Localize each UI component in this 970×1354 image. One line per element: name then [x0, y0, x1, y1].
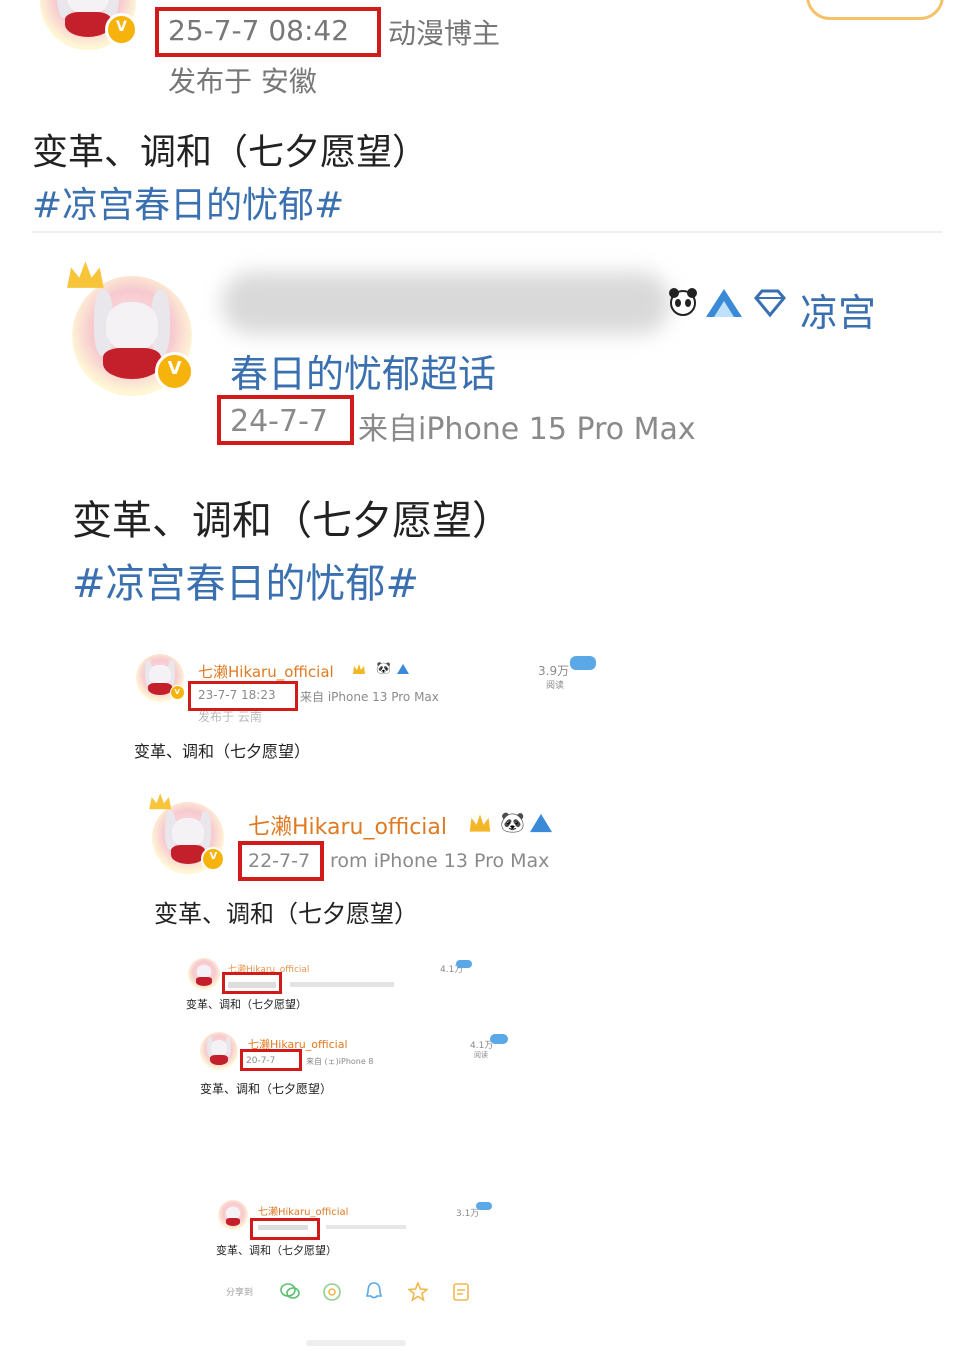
panda-icon — [669, 288, 697, 316]
date-highlight-box — [155, 7, 381, 57]
avatar[interactable] — [188, 958, 220, 990]
supertopic-link[interactable]: 春日的忧郁超话 — [230, 343, 496, 398]
post-text: 变革、调和（七夕愿望） — [32, 132, 429, 173]
share-label: 分享到 — [226, 1288, 254, 1298]
post-source: 来自 (ェ)iPhone 8 — [306, 1057, 374, 1066]
post-text: 变革、调和（七夕愿望） — [216, 1244, 337, 1257]
date-highlight-box — [217, 395, 354, 445]
moments-icon[interactable] — [322, 1282, 342, 1302]
date-highlight-box — [238, 841, 324, 881]
avatar[interactable] — [218, 1200, 248, 1230]
post-source — [326, 1225, 406, 1229]
watermark — [306, 1340, 406, 1346]
view-count-label: 阅读 — [474, 1051, 488, 1059]
views-tag-icon — [570, 656, 596, 670]
user-badge-label: 动漫博主 — [388, 17, 501, 50]
verified-badge-icon: V — [105, 13, 138, 47]
post-location: 发布于 云南 — [198, 710, 262, 724]
wechat-icon[interactable] — [280, 1282, 300, 1300]
view-count-label: 阅读 — [546, 681, 565, 691]
divider — [32, 231, 942, 233]
post-source — [290, 982, 394, 987]
username[interactable]: 七濑Hikaru_official — [258, 1203, 348, 1218]
views-tag-icon — [490, 1034, 508, 1044]
date-highlight-box — [188, 681, 298, 711]
avatar[interactable]: V — [136, 654, 185, 702]
username[interactable]: 七濑Hikaru_official — [198, 661, 334, 682]
post-source: 来自 iPhone 13 Pro Max — [300, 690, 439, 704]
post-location: 发布于 安徽 — [168, 65, 317, 98]
crown-icon — [148, 793, 171, 810]
blurred-username — [222, 272, 670, 334]
star-icon[interactable] — [408, 1282, 428, 1302]
panda-icon: 🐼 — [376, 661, 391, 675]
crown-icon — [353, 664, 365, 674]
avatar[interactable]: V — [66, 261, 195, 396]
qq-icon[interactable] — [364, 1281, 384, 1301]
post-source: 来自iPhone 15 Pro Max — [358, 412, 696, 447]
verified-badge-icon: V — [169, 684, 185, 701]
hashtag-link[interactable]: #凉宫春日的忧郁# — [72, 551, 419, 609]
avatar[interactable]: V — [40, 0, 138, 50]
date-highlight-box — [250, 1218, 320, 1240]
avatar[interactable]: V — [148, 793, 226, 874]
shark-icon — [706, 289, 742, 317]
diamond-icon — [754, 289, 786, 318]
shark-icon — [530, 813, 552, 833]
post-text: 变革、调和（七夕愿望） — [154, 900, 418, 928]
supertopic-name-part[interactable]: 凉宫 — [800, 282, 876, 337]
crown-icon — [469, 814, 491, 832]
avatar[interactable] — [200, 1032, 238, 1070]
date-highlight-box — [222, 972, 282, 994]
verified-badge-icon: V — [154, 351, 195, 392]
views-tag-icon — [456, 960, 472, 968]
post-text: 变革、调和（七夕愿望） — [186, 998, 307, 1011]
view-count: 3.9万 — [538, 664, 570, 678]
panda-icon: 🐼 — [500, 810, 525, 834]
post-source: rom iPhone 13 Pro Max — [330, 850, 550, 872]
username[interactable]: 七濑Hikaru_official — [248, 809, 447, 841]
date-highlight-box — [240, 1049, 302, 1071]
shark-icon — [397, 664, 409, 674]
follow-button[interactable] — [806, 0, 944, 20]
views-tag-icon — [476, 1202, 492, 1210]
post-text: 变革、调和（七夕愿望） — [72, 498, 512, 544]
post-text: 变革、调和（七夕愿望） — [200, 1082, 333, 1096]
copy-icon[interactable] — [452, 1282, 470, 1302]
post-text: 变革、调和（七夕愿望） — [134, 742, 311, 761]
hashtag-link[interactable]: #凉宫春日的忧郁# — [32, 176, 344, 228]
verified-badge-icon: V — [201, 846, 226, 872]
crown-icon — [66, 261, 104, 289]
